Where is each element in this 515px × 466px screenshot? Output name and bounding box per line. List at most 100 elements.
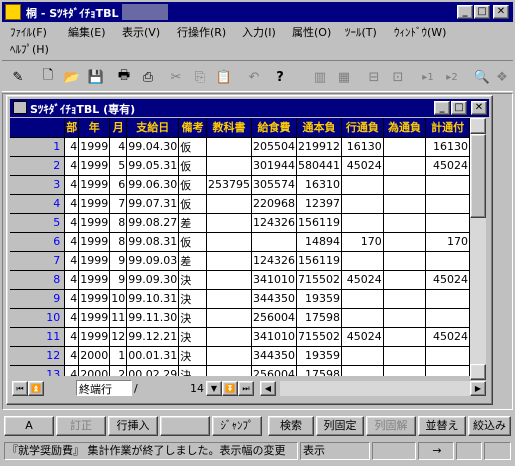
column-header[interactable]: 備考 — [178, 118, 208, 138]
table-cell[interactable] — [206, 308, 253, 328]
table-cell[interactable]: 11 — [109, 308, 128, 328]
table-cell[interactable]: 7 — [109, 194, 128, 214]
table-cell[interactable] — [425, 175, 470, 195]
row-number[interactable]: 1 — [10, 137, 66, 157]
row-number[interactable]: 3 — [10, 175, 66, 195]
table-cell[interactable]: 344350 — [251, 289, 298, 309]
table-cell[interactable]: 決 — [178, 327, 208, 347]
table-row[interactable]: 11 4 1999 12 99.12.21 決 341010 715502 45024 45024 — [10, 327, 470, 347]
table-cell[interactable]: 1999 — [78, 213, 111, 233]
column-header[interactable]: 部 — [64, 118, 80, 138]
fkey-empty[interactable] — [160, 416, 210, 436]
table-cell[interactable]: 124326 — [251, 213, 298, 233]
row-number[interactable]: 11 — [10, 327, 66, 347]
table-cell[interactable]: 580441 — [296, 156, 343, 176]
table-cell[interactable] — [341, 289, 384, 309]
table-cell[interactable]: 715502 — [296, 270, 343, 290]
row-number[interactable]: 4 — [10, 194, 66, 214]
table-cell[interactable]: 6 — [109, 175, 128, 195]
open-folder-icon[interactable]: 📂 — [62, 67, 82, 87]
table-cell[interactable]: 16130 — [425, 137, 470, 157]
menu-help[interactable]: ﾍﾙﾌﾟ(H) — [10, 41, 49, 57]
table-cell[interactable] — [383, 194, 427, 214]
fkey-search[interactable]: 検索 — [268, 416, 314, 436]
extra-icon[interactable]: ❖ — [492, 67, 512, 87]
child-minimize-button[interactable]: _ — [434, 101, 450, 115]
column-header[interactable]: 通本負 — [296, 118, 343, 138]
table-cell[interactable]: 99.07.31 — [126, 194, 180, 214]
layout-icon[interactable]: ⊟ — [364, 67, 384, 87]
menu-view[interactable]: 表示(V) — [122, 24, 160, 40]
row-number[interactable]: 8 — [10, 270, 66, 290]
scroll-left-button[interactable]: ◀ — [260, 381, 276, 396]
column-header[interactable]: 為通負 — [383, 118, 427, 138]
table-cell[interactable]: 45024 — [341, 156, 384, 176]
table-cell[interactable]: 17598 — [296, 365, 343, 376]
table-cell[interactable]: 00.02.29 — [126, 365, 180, 376]
table-cell[interactable]: 1999 — [78, 137, 111, 157]
table-cell[interactable]: 19359 — [296, 289, 343, 309]
scroll-thumb[interactable] — [470, 134, 486, 218]
table-cell[interactable]: 99.09.03 — [126, 251, 180, 271]
table-row[interactable]: 10 4 1999 11 99.11.30 決 256004 17598 — [10, 308, 470, 328]
table-cell[interactable]: 45024 — [341, 327, 384, 347]
table-cell[interactable]: 256004 — [251, 365, 298, 376]
table-cell[interactable]: 16310 — [296, 175, 343, 195]
menu-tools[interactable]: ﾂｰﾙ(T) — [345, 24, 377, 40]
table-cell[interactable] — [341, 308, 384, 328]
table-cell[interactable]: 2000 — [78, 346, 111, 366]
table-cell[interactable]: 205504 — [251, 137, 298, 157]
table-cell[interactable]: 99.10.31 — [126, 289, 180, 309]
table-cell[interactable]: 決 — [178, 346, 208, 366]
fkey-insert-row[interactable]: 行挿入 — [108, 416, 158, 436]
child-close-button[interactable]: ✕ — [471, 101, 487, 115]
table-cell[interactable]: 256004 — [251, 308, 298, 328]
table-cell[interactable] — [206, 270, 253, 290]
table-row[interactable]: 1 4 1999 4 99.04.30 仮 205504 219912 16130 16130 — [10, 137, 470, 157]
table-cell[interactable]: 決 — [178, 270, 208, 290]
table-cell[interactable] — [425, 213, 470, 233]
table-cell[interactable]: 10 — [109, 289, 128, 309]
table-cell[interactable] — [383, 213, 427, 233]
table-icon[interactable] — [13, 101, 27, 114]
table-cell[interactable] — [383, 137, 427, 157]
table-cell[interactable] — [206, 346, 253, 366]
table-cell[interactable]: 仮 — [178, 156, 208, 176]
table-cell[interactable]: 1999 — [78, 308, 111, 328]
table-cell[interactable]: 4 — [64, 232, 80, 252]
table-cell[interactable]: 12397 — [296, 194, 343, 214]
table-cell[interactable]: 170 — [425, 232, 470, 252]
table-cell[interactable] — [383, 346, 427, 366]
menu-row-ops[interactable]: 行操作(R) — [177, 24, 226, 40]
table-cell[interactable] — [425, 251, 470, 271]
table-cell[interactable]: 341010 — [251, 270, 298, 290]
table-cell[interactable]: 45024 — [425, 327, 470, 347]
table-cell[interactable]: 220968 — [251, 194, 298, 214]
next-page-icon[interactable]: ⏬ — [222, 381, 238, 396]
cut-icon[interactable]: ✂ — [166, 67, 186, 87]
print-preview-icon[interactable]: ⎙ — [138, 67, 158, 87]
column-header[interactable]: 月 — [109, 118, 128, 138]
row-number[interactable]: 7 — [10, 251, 66, 271]
table-cell[interactable]: 4 — [64, 137, 80, 157]
fkey-sort[interactable]: 並替え — [418, 416, 466, 436]
scroll-right-button[interactable]: ▶ — [470, 381, 486, 396]
fkey-correct[interactable]: 訂正 — [56, 416, 106, 436]
table-cell[interactable]: 301944 — [251, 156, 298, 176]
table-cell[interactable] — [425, 308, 470, 328]
table-cell[interactable] — [206, 327, 253, 347]
table-cell[interactable]: 4 — [64, 289, 80, 309]
table-cell[interactable]: 仮 — [178, 137, 208, 157]
table-cell[interactable]: 99.12.21 — [126, 327, 180, 347]
table-cell[interactable]: 99.08.31 — [126, 232, 180, 252]
data-grid[interactable]: 部 年 月 支給日 備考 教科書 給食費 通本負 行通負 為通負 計通付 141… — [10, 118, 470, 376]
table-cell[interactable]: 1999 — [78, 194, 111, 214]
table-row[interactable]: 2 4 1999 5 99.05.31 仮 301944 580441 45024 45024 — [10, 156, 470, 176]
table-window-title-bar[interactable]: SﾂｷﾀﾞｲﾁｮTBL (専有) _ □ ✕ — [10, 99, 489, 117]
column-header[interactable]: 計通付 — [425, 118, 470, 138]
table-cell[interactable]: 99.05.31 — [126, 156, 180, 176]
table-cell[interactable]: 決 — [178, 308, 208, 328]
menu-window[interactable]: ｳｨﾝﾄﾞｳ(W) — [394, 24, 446, 40]
table-cell[interactable]: 1999 — [78, 175, 111, 195]
table-cell[interactable]: 4 — [64, 365, 80, 376]
